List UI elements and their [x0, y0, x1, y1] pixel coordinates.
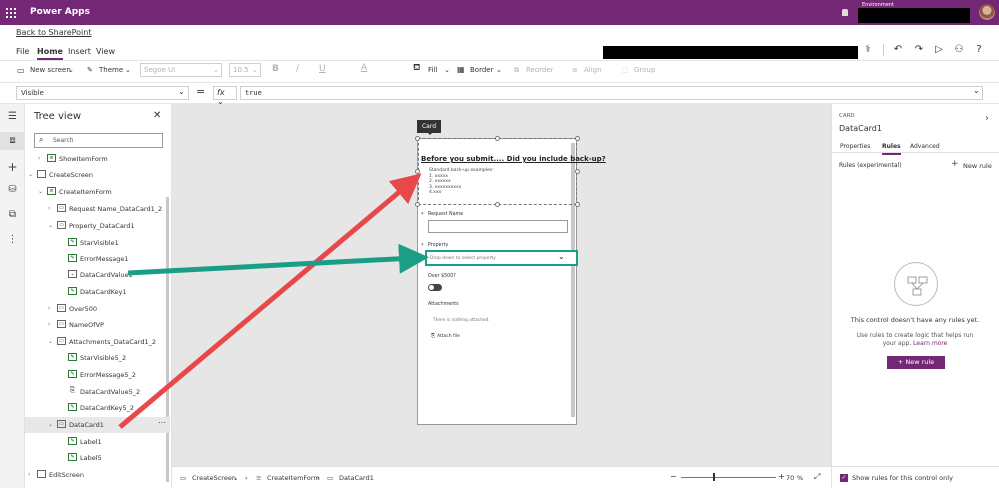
plus-icon: + [951, 159, 959, 169]
chevron-right-icon: › [245, 474, 248, 482]
show-rules-label: Show rules for this control only [852, 474, 953, 482]
control-kind: CARD [839, 113, 855, 119]
red-arrow [118, 173, 422, 429]
new-rule-button[interactable]: + New rule [887, 356, 945, 369]
empty-rules-title: This control doesn't have any rules yet. [850, 316, 980, 324]
tab-rules[interactable]: Rules [882, 143, 901, 155]
rules-label: Rules (experimental) [839, 162, 902, 169]
divider [831, 152, 999, 153]
show-rules-checkbox[interactable]: ✓ [840, 474, 848, 482]
tab-properties[interactable]: Properties [840, 143, 870, 150]
divider [831, 466, 999, 467]
tab-advanced[interactable]: Advanced [910, 143, 940, 150]
zoom-in-button[interactable]: + [778, 472, 785, 481]
chevron-right-icon: › [317, 474, 320, 482]
control-name: DataCard1 [839, 124, 882, 133]
teal-arrow [127, 243, 429, 276]
chevron-right-icon[interactable]: › [985, 113, 989, 124]
empty-rules-description: Use rules to create logic that helps run… [850, 332, 980, 348]
breadcrumb-datacard1[interactable]: DataCard1 [339, 474, 374, 482]
learn-more-link[interactable]: Learn more [913, 340, 947, 347]
form-icon: ≡ [256, 474, 262, 482]
new-rule-link[interactable]: New rule [963, 162, 992, 170]
rules-illustration-icon [894, 262, 938, 306]
new-rule-button-label: New rule [905, 358, 935, 366]
card-icon: ▭ [327, 474, 334, 482]
fit-to-window-icon[interactable]: ⤢ [814, 472, 820, 482]
breadcrumb-createscreen[interactable]: CreateScreen [192, 474, 236, 482]
chevron-down-icon: ⌄ [233, 474, 239, 482]
zoom-slider-thumb[interactable] [713, 473, 715, 481]
zoom-value: 70 [786, 474, 795, 482]
breadcrumb-createitemform[interactable]: CreateItemForm [267, 474, 320, 482]
zoom-out-button[interactable]: − [670, 472, 677, 481]
zoom-unit: % [797, 474, 804, 482]
zoom-slider[interactable] [681, 477, 776, 478]
screen-icon: ▭ [180, 474, 187, 482]
flow-icon [907, 276, 928, 296]
